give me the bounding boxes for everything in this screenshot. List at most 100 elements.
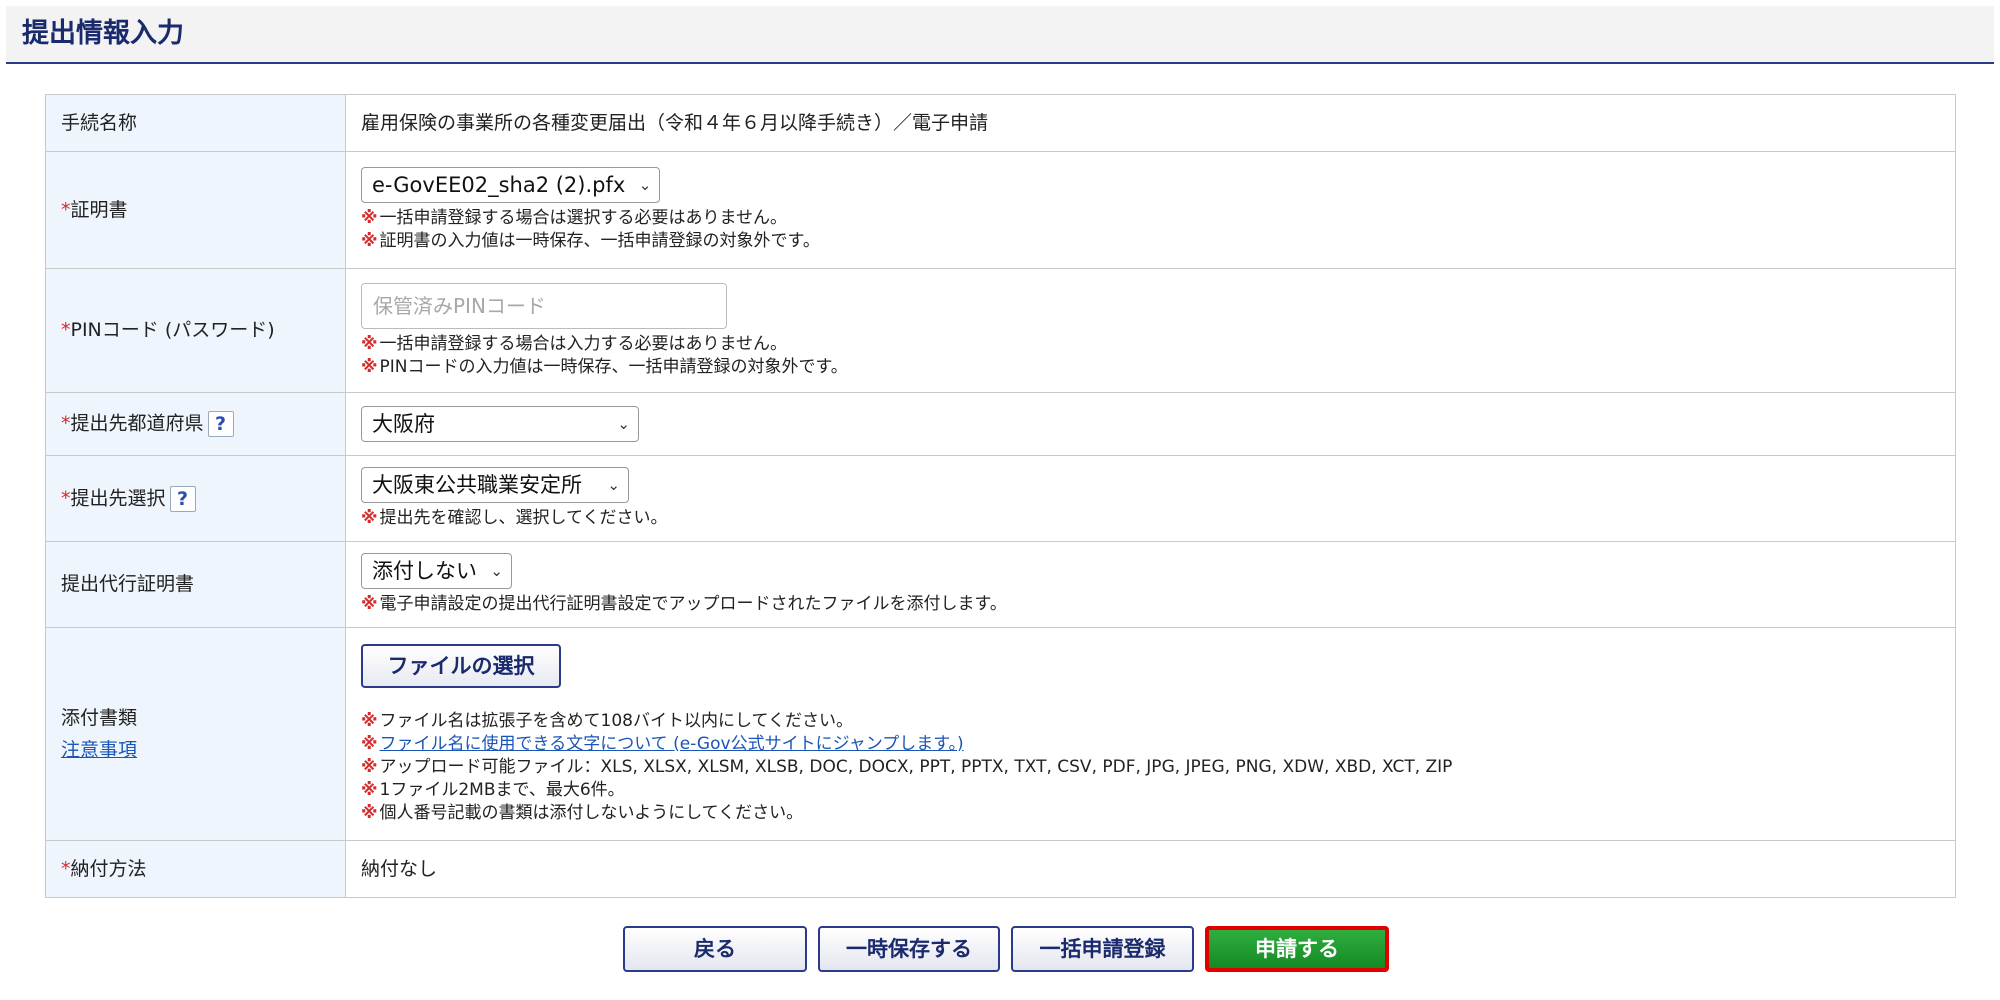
note-mark: ※ bbox=[361, 756, 378, 777]
payment-value-cell: 納付なし bbox=[345, 840, 1956, 898]
note-mark: ※ bbox=[361, 779, 378, 800]
row-pin: *PINコード (パスワード) ※ 一括申請登録する場合は入力する必要はありません… bbox=[45, 268, 1956, 393]
note-text: 一括申請登録する場合は入力する必要はありません。 bbox=[379, 333, 788, 354]
certificate-label-cell: *証明書 bbox=[45, 151, 346, 269]
submit-button[interactable]: 申請する bbox=[1205, 926, 1389, 972]
destination-label-cell: *提出先選択? bbox=[45, 455, 346, 542]
note-text: 1ファイル2MBまで、最大6件。 bbox=[379, 779, 625, 800]
note: ※ ファイル名は拡張子を含めて108バイト以内にしてください。 bbox=[361, 710, 1940, 733]
pin-notes: ※ 一括申請登録する場合は入力する必要はありません。 ※ PINコードの入力値は一時… bbox=[361, 333, 1940, 379]
row-payment: *納付方法 納付なし bbox=[45, 840, 1956, 898]
submission-form: 手続名称 雇用保険の事業所の各種変更届出（令和４年６月以降手続き）／電子申請 *… bbox=[45, 94, 1956, 898]
note-text: 個人番号記載の書類は添付しないようにしてください。 bbox=[379, 802, 804, 823]
row-proxy-cert: 提出代行証明書 添付しない ⌄ ※ 電子申請設定の提出代行証明書設定でアップロード… bbox=[45, 541, 1956, 628]
attachments-label: 添付書類 bbox=[61, 706, 138, 729]
proxy-cert-value-cell: 添付しない ⌄ ※ 電子申請設定の提出代行証明書設定でアップロードされたファイルを… bbox=[345, 541, 1956, 628]
attachments-notes: ※ ファイル名は拡張子を含めて108バイト以内にしてください。 ※ ファイル名に使用… bbox=[361, 710, 1940, 825]
help-icon[interactable]: ? bbox=[207, 411, 234, 437]
note: ※ 電子申請設定の提出代行証明書設定でアップロードされたファイルを添付します。 bbox=[361, 593, 1940, 616]
prefecture-label-cell: *提出先都道府県? bbox=[45, 392, 346, 456]
note: ※ 個人番号記載の書類は添付しないようにしてください。 bbox=[361, 802, 1940, 825]
required-mark: * bbox=[61, 487, 71, 509]
note-mark: ※ bbox=[361, 508, 378, 528]
help-icon[interactable]: ? bbox=[169, 485, 196, 512]
note-text: 提出先を確認し、選択してください。 bbox=[379, 508, 668, 528]
payment-label-cell: *納付方法 bbox=[45, 840, 346, 898]
back-button[interactable]: 戻る bbox=[623, 926, 807, 972]
proxy-cert-selected: 添付しない bbox=[372, 559, 477, 583]
note-text: アップロード可能ファイル：XLS, XLSX, XLSM, XLSB, DOC,… bbox=[379, 756, 1453, 777]
payment-value: 納付なし bbox=[361, 857, 438, 880]
note: ※ 一括申請登録する場合は選択する必要はありません。 bbox=[361, 207, 1940, 230]
note-mark: ※ bbox=[361, 594, 378, 614]
note: ※ アップロード可能ファイル：XLS, XLSX, XLSM, XLSB, DOC… bbox=[361, 756, 1940, 779]
row-procedure: 手続名称 雇用保険の事業所の各種変更届出（令和４年６月以降手続き）／電子申請 bbox=[45, 94, 1956, 152]
page-header: 提出情報入力 bbox=[6, 6, 1994, 64]
pin-label: PINコード (パスワード) bbox=[70, 319, 275, 341]
destination-selected: 大阪東公共職業安定所 bbox=[372, 473, 582, 497]
chevron-down-icon: ⌄ bbox=[638, 176, 652, 194]
row-destination: *提出先選択? 大阪東公共職業安定所 ⌄ ※ 提出先を確認し、選択してください。 bbox=[45, 455, 1956, 542]
certificate-notes: ※ 一括申請登録する場合は選択する必要はありません。 ※ 証明書の入力値は一時保存、… bbox=[361, 207, 1940, 253]
save-draft-button[interactable]: 一時保存する bbox=[818, 926, 1000, 972]
note-text: 電子申請設定の提出代行証明書設定でアップロードされたファイルを添付します。 bbox=[379, 594, 1007, 614]
filename-chars-link[interactable]: ファイル名に使用できる文字について (e-Gov公式サイトにジャンプします。) bbox=[380, 734, 964, 754]
proxy-cert-select[interactable]: 添付しない ⌄ bbox=[361, 553, 512, 589]
procedure-label: 手続名称 bbox=[61, 111, 138, 134]
action-bar: 戻る 一時保存する 一括申請登録 申請する bbox=[0, 926, 2000, 972]
prefecture-selected: 大阪府 bbox=[372, 412, 435, 436]
procedure-value: 雇用保険の事業所の各種変更届出（令和４年６月以降手続き）／電子申請 bbox=[361, 111, 989, 134]
note-text: 証明書の入力値は一時保存、一括申請登録の対象外です。 bbox=[379, 231, 820, 251]
attachments-label-cell: 添付書類 注意事項 bbox=[45, 627, 346, 841]
prefecture-value-cell: 大阪府 ⌄ bbox=[345, 392, 1956, 456]
note-text: 一括申請登録する場合は選択する必要はありません。 bbox=[379, 208, 788, 228]
certificate-select[interactable]: e-GovEE02_sha2 (2).pfx ⌄ bbox=[361, 167, 661, 203]
note-text: ファイル名は拡張子を含めて108バイト以内にしてください。 bbox=[379, 710, 853, 731]
procedure-label-cell: 手続名称 bbox=[45, 94, 346, 152]
payment-label: 納付方法 bbox=[70, 857, 147, 880]
note: ※ ファイル名に使用できる文字について (e-Gov公式サイトにジャンプします。) bbox=[361, 733, 1940, 756]
attachments-value-cell: ファイルの選択 ※ ファイル名は拡張子を含めて108バイト以内にしてください。 ※… bbox=[345, 627, 1956, 841]
certificate-label: 証明書 bbox=[70, 198, 128, 221]
proxy-cert-label-cell: 提出代行証明書 bbox=[45, 541, 346, 628]
required-mark: * bbox=[61, 412, 71, 435]
row-certificate: *証明書 e-GovEE02_sha2 (2).pfx ⌄ ※ 一括申請登録する場… bbox=[45, 151, 1956, 269]
note: ※ 1ファイル2MBまで、最大6件。 bbox=[361, 779, 1940, 802]
chevron-down-icon: ⌄ bbox=[617, 415, 630, 433]
destination-select[interactable]: 大阪東公共職業安定所 ⌄ bbox=[361, 467, 629, 503]
note-mark: ※ bbox=[361, 333, 378, 354]
note: ※ 提出先を確認し、選択してください。 bbox=[361, 507, 1940, 530]
chevron-down-icon: ⌄ bbox=[490, 562, 503, 580]
chevron-down-icon: ⌄ bbox=[607, 476, 620, 494]
required-mark: * bbox=[61, 319, 71, 341]
batch-register-button[interactable]: 一括申請登録 bbox=[1011, 926, 1194, 972]
note-mark: ※ bbox=[361, 208, 378, 228]
note: ※ 一括申請登録する場合は入力する必要はありません。 bbox=[361, 333, 1940, 356]
note-mark: ※ bbox=[361, 802, 378, 823]
certificate-value-cell: e-GovEE02_sha2 (2).pfx ⌄ ※ 一括申請登録する場合は選択す… bbox=[345, 151, 1956, 269]
note-text: PINコードの入力値は一時保存、一括申請登録の対象外です。 bbox=[379, 356, 848, 377]
caution-link[interactable]: 注意事項 bbox=[61, 739, 330, 762]
destination-notes: ※ 提出先を確認し、選択してください。 bbox=[361, 507, 1940, 530]
required-mark: * bbox=[61, 857, 71, 880]
file-select-button[interactable]: ファイルの選択 bbox=[361, 643, 561, 688]
procedure-value-cell: 雇用保険の事業所の各種変更届出（令和４年６月以降手続き）／電子申請 bbox=[345, 94, 1956, 152]
note-mark: ※ bbox=[361, 231, 378, 251]
destination-label: 提出先選択 bbox=[70, 487, 166, 509]
row-attachments: 添付書類 注意事項 ファイルの選択 ※ ファイル名は拡張子を含めて108バイト以内… bbox=[45, 627, 1956, 841]
pin-value-cell: ※ 一括申請登録する場合は入力する必要はありません。 ※ PINコードの入力値は一時… bbox=[345, 268, 1956, 393]
note-mark: ※ bbox=[361, 356, 378, 377]
row-prefecture: *提出先都道府県? 大阪府 ⌄ bbox=[45, 392, 1956, 456]
note: ※ PINコードの入力値は一時保存、一括申請登録の対象外です。 bbox=[361, 356, 1940, 379]
note: ※ 証明書の入力値は一時保存、一括申請登録の対象外です。 bbox=[361, 230, 1940, 253]
proxy-cert-label: 提出代行証明書 bbox=[61, 573, 195, 595]
certificate-selected: e-GovEE02_sha2 (2).pfx bbox=[372, 173, 626, 197]
note-mark: ※ bbox=[361, 710, 378, 731]
prefecture-select[interactable]: 大阪府 ⌄ bbox=[361, 406, 639, 442]
pin-input[interactable] bbox=[361, 282, 727, 329]
pin-label-cell: *PINコード (パスワード) bbox=[45, 268, 346, 393]
required-mark: * bbox=[61, 198, 71, 221]
prefecture-label: 提出先都道府県 bbox=[70, 412, 204, 435]
destination-value-cell: 大阪東公共職業安定所 ⌄ ※ 提出先を確認し、選択してください。 bbox=[345, 455, 1956, 542]
note-mark: ※ bbox=[361, 733, 378, 754]
